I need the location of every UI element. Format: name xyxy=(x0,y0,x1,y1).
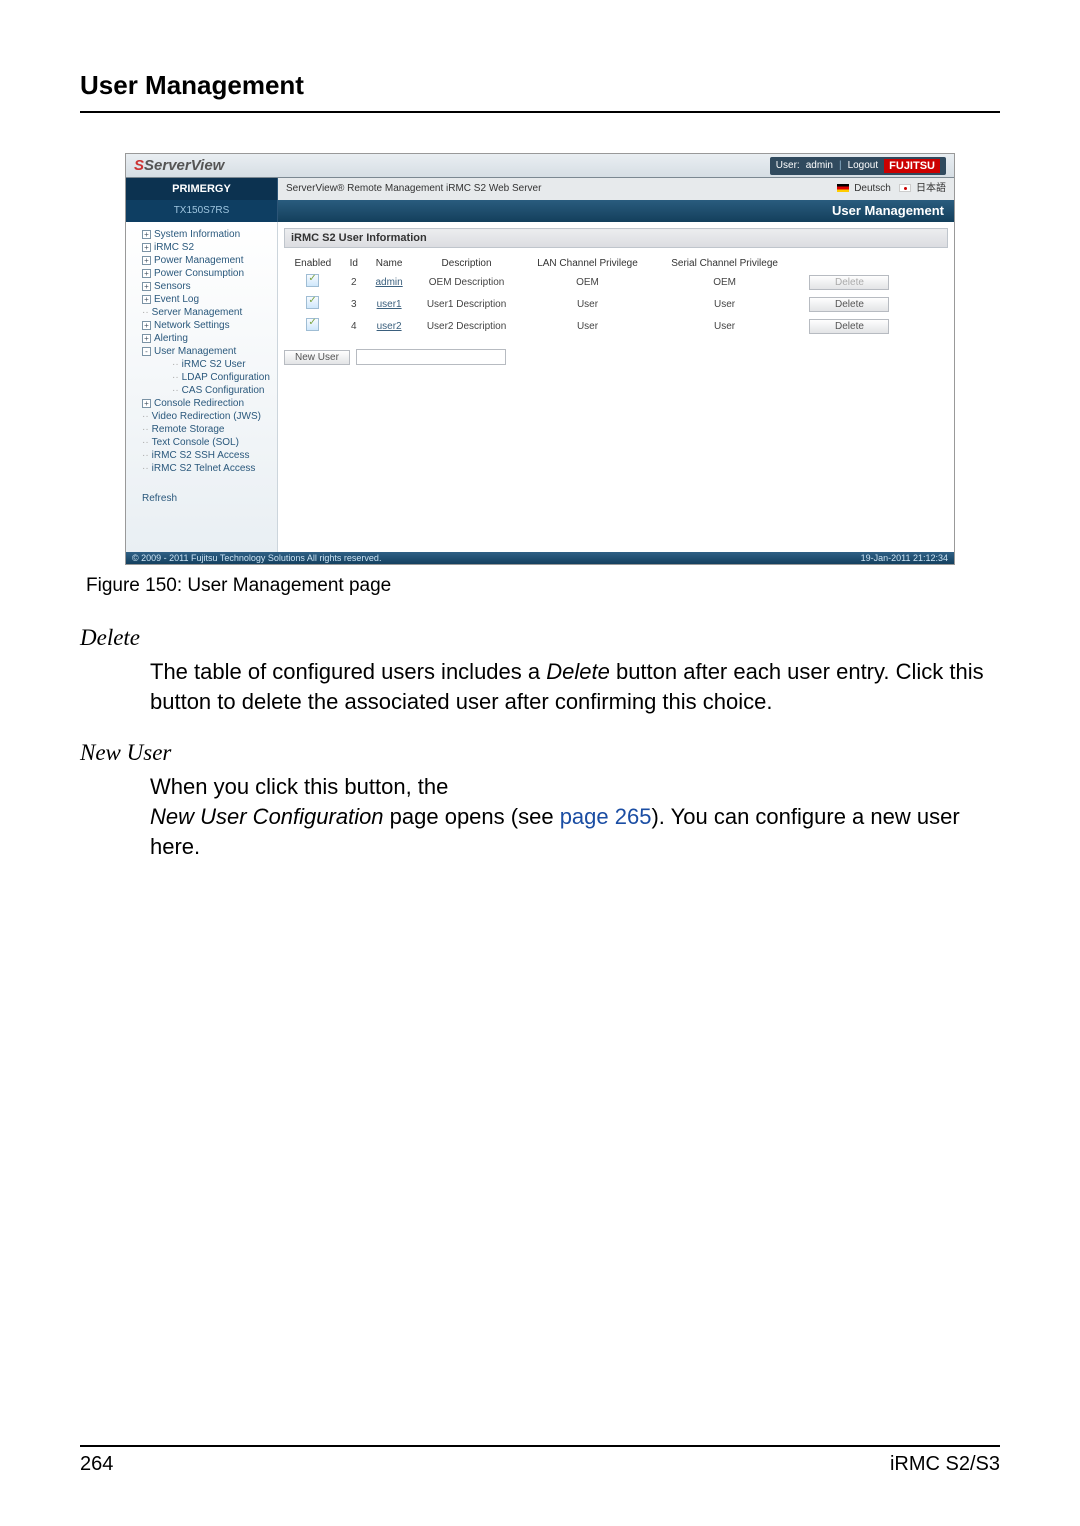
section-title: User Management xyxy=(278,200,954,222)
doc-label: iRMC S2/S3 xyxy=(890,1453,1000,1476)
expand-icon[interactable]: + xyxy=(142,230,151,239)
logout-link[interactable]: Logout xyxy=(848,160,879,171)
cell-id: 2 xyxy=(342,271,366,293)
cell-lan: User xyxy=(521,315,654,337)
cell-id: 3 xyxy=(342,293,366,315)
new-user-input[interactable] xyxy=(356,349,506,365)
enabled-checkbox[interactable] xyxy=(306,274,319,287)
user-name-link[interactable]: user2 xyxy=(377,321,402,332)
cell-desc: User2 Description xyxy=(412,315,520,337)
sidebar-item-video-redirection[interactable]: Video Redirection (JWS) xyxy=(132,410,271,423)
lang-jp-link[interactable]: 日本語 xyxy=(916,183,946,194)
expand-icon[interactable]: + xyxy=(142,321,151,330)
cell-lan: User xyxy=(521,293,654,315)
sidebar-item-telnet-access[interactable]: iRMC S2 Telnet Access xyxy=(132,462,271,475)
enabled-checkbox[interactable] xyxy=(306,296,319,309)
user-name: admin xyxy=(806,160,833,171)
cell-desc: User1 Description xyxy=(412,293,520,315)
col-description: Description xyxy=(412,256,520,271)
user-label: User: xyxy=(776,160,800,171)
sidebar-item-alerting[interactable]: +Alerting xyxy=(132,332,271,345)
newuser-description: When you click this button, the New User… xyxy=(150,772,1000,861)
col-name: Name xyxy=(366,256,413,271)
user-name-link[interactable]: admin xyxy=(375,277,402,288)
expand-icon[interactable]: + xyxy=(142,399,151,408)
product-tab[interactable]: PRIMERGY xyxy=(126,178,278,200)
app-topbar: SServerViewServerView User: admin | Logo… xyxy=(126,154,954,178)
screenshot-frame: SServerViewServerView User: admin | Logo… xyxy=(125,153,955,565)
copyright-text: © 2009 - 2011 Fujitsu Technology Solutio… xyxy=(132,553,381,563)
flag-jp-icon xyxy=(899,184,911,192)
page-footer: 264 iRMC S2/S3 xyxy=(80,1445,1000,1476)
serverview-logo: SServerViewServerView xyxy=(134,157,224,174)
figure-caption: Figure 150: User Management page xyxy=(86,575,1000,597)
flag-de-icon xyxy=(837,184,849,192)
table-row: 3 user1 User1 Description User User Dele… xyxy=(284,293,904,315)
user-table: Enabled Id Name Description LAN Channel … xyxy=(284,256,904,337)
expand-icon[interactable]: + xyxy=(142,256,151,265)
enabled-checkbox[interactable] xyxy=(306,318,319,331)
nav-sidebar: +System Information +iRMC S2 +Power Mana… xyxy=(126,222,278,552)
lang-de-link[interactable]: Deutsch xyxy=(854,183,891,194)
sidebar-item-system-information[interactable]: +System Information xyxy=(132,228,271,241)
sidebar-item-power-consumption[interactable]: +Power Consumption xyxy=(132,267,271,280)
cell-id: 4 xyxy=(342,315,366,337)
col-enabled: Enabled xyxy=(284,256,342,271)
table-row: 4 user2 User2 Description User User Dele… xyxy=(284,315,904,337)
delete-description: The table of configured users includes a… xyxy=(150,657,1000,716)
server-name: TX150S7RS xyxy=(126,200,278,222)
collapse-icon[interactable]: - xyxy=(142,347,151,356)
delete-button[interactable]: Delete xyxy=(809,319,889,334)
fujitsu-brand: FUJITSU xyxy=(884,159,940,173)
expand-icon[interactable]: + xyxy=(142,243,151,252)
cell-lan: OEM xyxy=(521,271,654,293)
col-serial-priv: Serial Channel Privilege xyxy=(654,256,795,271)
app-secondbar: PRIMERGY ServerView® Remote Management i… xyxy=(126,178,954,200)
sidebar-item-network-settings[interactable]: +Network Settings xyxy=(132,319,271,332)
cell-serial: User xyxy=(654,315,795,337)
delete-button[interactable]: Delete xyxy=(809,275,889,290)
delete-term: Delete xyxy=(80,625,1000,651)
col-lan-priv: LAN Channel Privilege xyxy=(521,256,654,271)
sidebar-item-sensors[interactable]: +Sensors xyxy=(132,280,271,293)
sidebar-item-remote-storage[interactable]: Remote Storage xyxy=(132,423,271,436)
sidebar-item-user-management[interactable]: -User Management xyxy=(132,345,271,358)
sidebar-subitem-cas[interactable]: CAS Configuration xyxy=(154,384,271,397)
sidebar-item-power-management[interactable]: +Power Management xyxy=(132,254,271,267)
sidebar-item-server-management[interactable]: Server Management xyxy=(132,306,271,319)
page-number: 264 xyxy=(80,1453,113,1476)
new-user-button[interactable]: New User xyxy=(284,350,350,365)
timestamp-text: 19-Jan-2011 21:12:34 xyxy=(861,553,948,563)
user-name-link[interactable]: user1 xyxy=(377,299,402,310)
delete-button[interactable]: Delete xyxy=(809,297,889,312)
sidebar-item-ssh-access[interactable]: iRMC S2 SSH Access xyxy=(132,449,271,462)
table-row: 2 admin OEM Description OEM OEM Delete xyxy=(284,271,904,293)
breadcrumb: ServerView® Remote Management iRMC S2 We… xyxy=(278,178,837,200)
cell-serial: User xyxy=(654,293,795,315)
app-thirdbar: TX150S7RS User Management xyxy=(126,200,954,222)
sidebar-subitem-irmc-user[interactable]: iRMC S2 User xyxy=(154,358,271,371)
expand-icon[interactable]: + xyxy=(142,295,151,304)
sidebar-item-irmc-s2[interactable]: +iRMC S2 xyxy=(132,241,271,254)
sidebar-item-event-log[interactable]: +Event Log xyxy=(132,293,271,306)
refresh-link[interactable]: Refresh xyxy=(132,493,271,504)
sidebar-item-text-console[interactable]: Text Console (SOL) xyxy=(132,436,271,449)
main-content: iRMC S2 User Information Enabled Id Name… xyxy=(278,222,954,552)
newuser-term: New User xyxy=(80,740,1000,766)
col-actions xyxy=(795,256,904,271)
app-footer: © 2009 - 2011 Fujitsu Technology Solutio… xyxy=(126,552,954,564)
expand-icon[interactable]: + xyxy=(142,282,151,291)
panel-title: iRMC S2 User Information xyxy=(284,228,948,248)
page-link[interactable]: page 265 xyxy=(560,804,652,829)
cell-desc: OEM Description xyxy=(412,271,520,293)
expand-icon[interactable]: + xyxy=(142,269,151,278)
sidebar-subitem-ldap[interactable]: LDAP Configuration xyxy=(154,371,271,384)
table-header-row: Enabled Id Name Description LAN Channel … xyxy=(284,256,904,271)
expand-icon[interactable]: + xyxy=(142,334,151,343)
sidebar-item-console-redirection[interactable]: +Console Redirection xyxy=(132,397,271,410)
cell-serial: OEM xyxy=(654,271,795,293)
col-id: Id xyxy=(342,256,366,271)
page-title: User Management xyxy=(80,70,1000,113)
